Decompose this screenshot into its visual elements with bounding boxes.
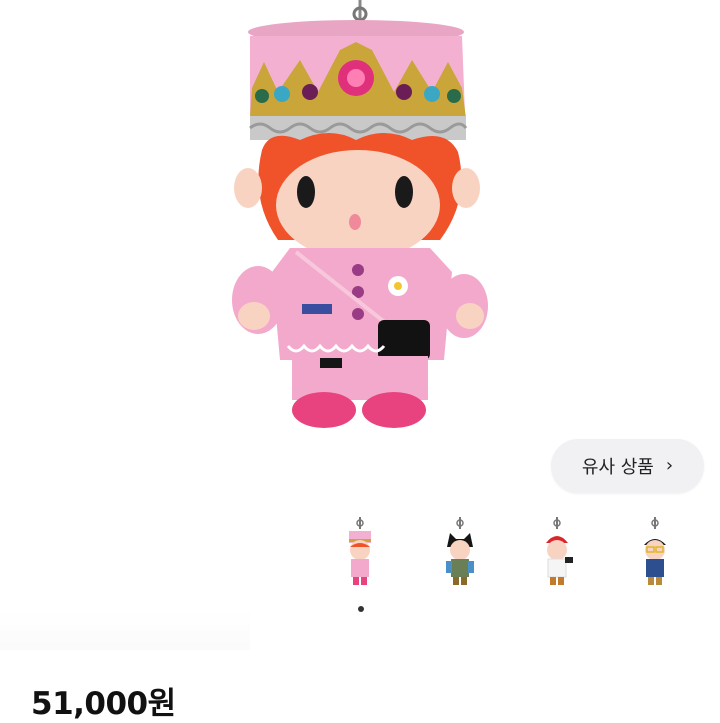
left-shoe (292, 392, 356, 428)
thumbnail-strip (330, 517, 700, 617)
mouth (349, 214, 361, 230)
face (276, 150, 440, 260)
thumbnail-glasses[interactable] (625, 517, 685, 599)
right-eye (395, 176, 413, 208)
black-bag (378, 320, 430, 360)
left-eye (297, 176, 315, 208)
thumbnail-black-hood[interactable] (430, 517, 490, 599)
thumbnail-red-cap[interactable] (527, 517, 587, 599)
product-main-image[interactable] (0, 0, 720, 500)
product-price: 51,000원 (31, 686, 176, 722)
chevron-right-icon: › (665, 455, 674, 476)
similar-products-button[interactable]: 유사 상품 › (551, 439, 704, 493)
similar-products-label: 유사 상품 (581, 457, 654, 478)
carousel-indicator-active (358, 606, 364, 612)
right-shoe (362, 392, 426, 428)
thumbnail-pink-crown[interactable] (330, 517, 390, 599)
background-fade (0, 610, 250, 650)
